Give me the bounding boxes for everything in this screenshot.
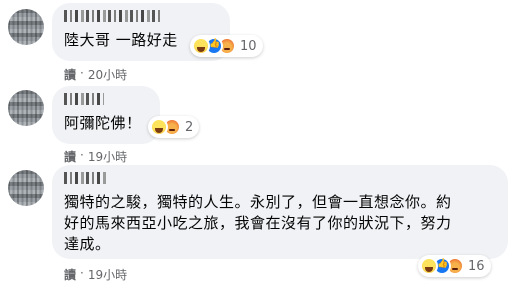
author-name-blurred[interactable] [64,93,148,107]
timestamp[interactable]: 20小時 [88,66,127,83]
reaction-count: 2 [185,119,194,135]
timestamp[interactable]: 19小時 [88,266,127,283]
separator-dot: · [80,148,84,162]
comment-bubble: 獨特的之駿，獨特的人生。永別了，但會一直想念你。約 好的馬來西亞小吃之旅，我會在… [52,165,508,259]
reaction-summary[interactable]: 10 [190,35,263,57]
haha-icon [150,118,168,136]
avatar[interactable] [8,9,44,45]
haha-icon [420,257,438,275]
avatar[interactable] [8,90,44,126]
reaction-summary[interactable]: 2 [148,116,200,138]
read-label[interactable]: 讀 [64,266,76,283]
comment-text: 阿彌陀佛！ [64,114,142,132]
reaction-count: 10 [240,38,257,54]
separator-dot: · [80,266,84,280]
author-name-blurred[interactable] [64,172,496,186]
author-name-blurred[interactable] [64,10,218,24]
reaction-count: 16 [468,258,485,274]
comment-bubble: 阿彌陀佛！ [52,86,160,144]
comment-text-line: 獨特的之駿，獨特的人生。永別了，但會一直想念你。約 [64,193,452,211]
haha-icon [192,37,210,55]
avatar[interactable] [8,170,44,206]
read-label[interactable]: 讀 [64,66,76,83]
comment-meta: 讀 · 20小時 [64,66,127,83]
timestamp[interactable]: 19小時 [88,148,127,165]
comment-meta: 讀 · 19小時 [64,266,127,283]
comment-meta: 讀 · 19小時 [64,148,127,165]
comment-text-line: 好的馬來西亞小吃之旅，我會在沒有了你的狀況下，努力 [64,214,452,232]
read-label[interactable]: 讀 [64,148,76,165]
comment-text-line: 達成。 [64,235,111,253]
reaction-summary[interactable]: 16 [418,255,491,277]
separator-dot: · [80,66,84,80]
